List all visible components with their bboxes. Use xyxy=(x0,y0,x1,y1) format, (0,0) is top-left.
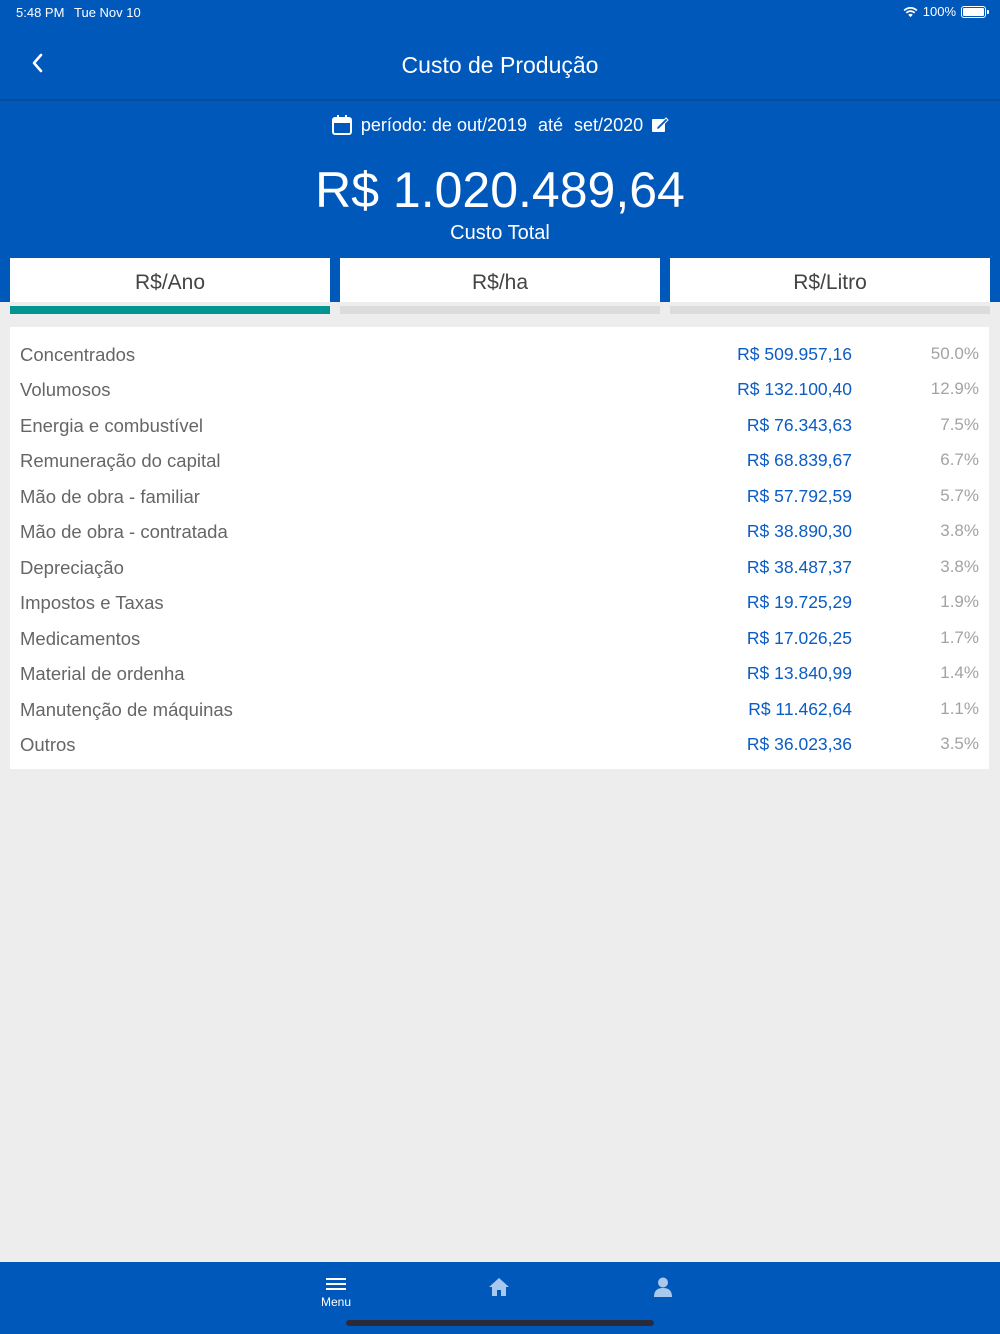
tab-rs-ano[interactable]: R$/Ano xyxy=(10,258,330,316)
total-label: Custo Total xyxy=(450,222,550,244)
item-percent: 3.5% xyxy=(940,734,979,753)
item-label: Volumosos xyxy=(20,379,111,400)
list-item[interactable]: Mão de obra - contratada R$ 38.890,30 3.… xyxy=(10,513,989,548)
period-separator: até xyxy=(538,114,564,135)
hamburger-icon xyxy=(326,1278,346,1290)
list-item[interactable]: Medicamentos R$ 17.026,25 1.7% xyxy=(10,620,989,655)
item-label: Medicamentos xyxy=(20,628,141,649)
item-value: R$ 38.487,37 xyxy=(746,557,852,577)
tab-rs-litro[interactable]: R$/Litro xyxy=(670,258,990,316)
item-percent: 50.0% xyxy=(930,344,979,363)
item-value: R$ 17.026,25 xyxy=(746,628,852,648)
item-percent: 6.7% xyxy=(940,450,979,469)
tab-label: R$/ha xyxy=(340,258,660,302)
item-percent: 12.9% xyxy=(930,379,979,398)
home-button[interactable] xyxy=(474,1276,524,1316)
item-value: R$ 57.792,59 xyxy=(746,486,852,506)
nav-bar: Custo de Produção xyxy=(0,24,1000,101)
item-value: R$ 36.023,36 xyxy=(746,734,852,754)
unit-tabs: R$/Ano R$/ha R$/Litro xyxy=(10,258,990,316)
period-end: set/2020 xyxy=(574,114,644,135)
tab-rs-ha[interactable]: R$/ha xyxy=(340,258,660,316)
list-item[interactable]: Remuneração do capital R$ 68.839,67 6.7% xyxy=(10,442,989,477)
item-label: Energia e combustível xyxy=(20,415,204,436)
item-value: R$ 19.725,29 xyxy=(746,592,852,612)
home-icon xyxy=(489,1278,509,1296)
list-item[interactable]: Impostos e Taxas R$ 19.725,29 1.9% xyxy=(10,584,989,619)
menu-button[interactable]: Menu xyxy=(311,1276,361,1316)
user-icon xyxy=(654,1277,672,1297)
item-label: Material de ordenha xyxy=(20,663,185,684)
item-label: Manutenção de máquinas xyxy=(20,699,233,720)
tab-indicator xyxy=(10,306,330,314)
item-value: R$ 13.840,99 xyxy=(746,663,852,683)
list-item[interactable]: Material de ordenha R$ 13.840,99 1.4% xyxy=(10,655,989,690)
list-item[interactable]: Energia e combustível R$ 76.343,63 7.5% xyxy=(10,407,989,442)
menu-label: Menu xyxy=(320,1295,352,1309)
profile-button[interactable] xyxy=(638,1276,688,1316)
item-percent: 1.7% xyxy=(940,628,979,647)
item-percent: 7.5% xyxy=(940,415,979,434)
calendar-icon xyxy=(331,115,352,135)
list-item[interactable]: Depreciação R$ 38.487,37 3.8% xyxy=(10,549,989,584)
status-time: 5:48 PM xyxy=(16,5,65,20)
item-label: Outros xyxy=(20,734,76,755)
list-item[interactable]: Concentrados R$ 509.957,16 50.0% xyxy=(10,336,989,371)
tab-indicator xyxy=(340,306,660,314)
item-percent: 1.4% xyxy=(940,663,979,682)
period-selector[interactable]: período: de out/2019 até set/2020 xyxy=(0,114,1000,136)
item-percent: 5.7% xyxy=(940,486,979,505)
edit-icon[interactable] xyxy=(651,116,669,134)
total-amount: R$ 1.020.489,64 xyxy=(315,162,685,218)
item-value: R$ 132.100,40 xyxy=(737,379,852,399)
page-title: Custo de Produção xyxy=(401,52,599,78)
item-value: R$ 509.957,16 xyxy=(737,344,852,364)
item-percent: 3.8% xyxy=(940,521,979,540)
tab-indicator xyxy=(670,306,990,314)
item-label: Mão de obra - familiar xyxy=(20,486,200,507)
home-indicator xyxy=(346,1320,654,1326)
battery-percent: 100% xyxy=(922,4,956,19)
list-item[interactable]: Mão de obra - familiar R$ 57.792,59 5.7% xyxy=(10,478,989,513)
item-label: Concentrados xyxy=(20,344,136,365)
status-indicators: 100% xyxy=(903,4,989,19)
cost-list: Concentrados R$ 509.957,16 50.0% Volumos… xyxy=(10,327,989,769)
tab-label: R$/Litro xyxy=(670,258,990,302)
item-value: R$ 68.839,67 xyxy=(746,450,852,470)
list-item[interactable]: Outros R$ 36.023,36 3.5% xyxy=(10,726,989,761)
wifi-icon xyxy=(903,6,918,17)
item-percent: 1.1% xyxy=(940,699,979,718)
list-item[interactable]: Volumosos R$ 132.100,40 12.9% xyxy=(10,371,989,406)
item-value: R$ 11.462,64 xyxy=(748,699,852,719)
item-percent: 3.8% xyxy=(940,557,979,576)
status-date: Tue Nov 10 xyxy=(74,5,141,20)
list-item[interactable]: Manutenção de máquinas R$ 11.462,64 1.1% xyxy=(10,691,989,726)
battery-icon xyxy=(961,5,989,18)
item-percent: 1.9% xyxy=(940,592,979,611)
item-label: Depreciação xyxy=(20,557,124,578)
period-start: período: de out/2019 xyxy=(360,114,528,135)
bottom-nav: Menu xyxy=(0,1262,1000,1334)
status-bar: 5:48 PM Tue Nov 10 100% xyxy=(0,0,1000,24)
item-label: Mão de obra - contratada xyxy=(20,521,228,542)
item-value: R$ 38.890,30 xyxy=(746,521,852,541)
item-value: R$ 76.343,63 xyxy=(746,415,852,435)
item-label: Impostos e Taxas xyxy=(20,592,164,613)
item-label: Remuneração do capital xyxy=(20,450,221,471)
tab-label: R$/Ano xyxy=(10,258,330,302)
